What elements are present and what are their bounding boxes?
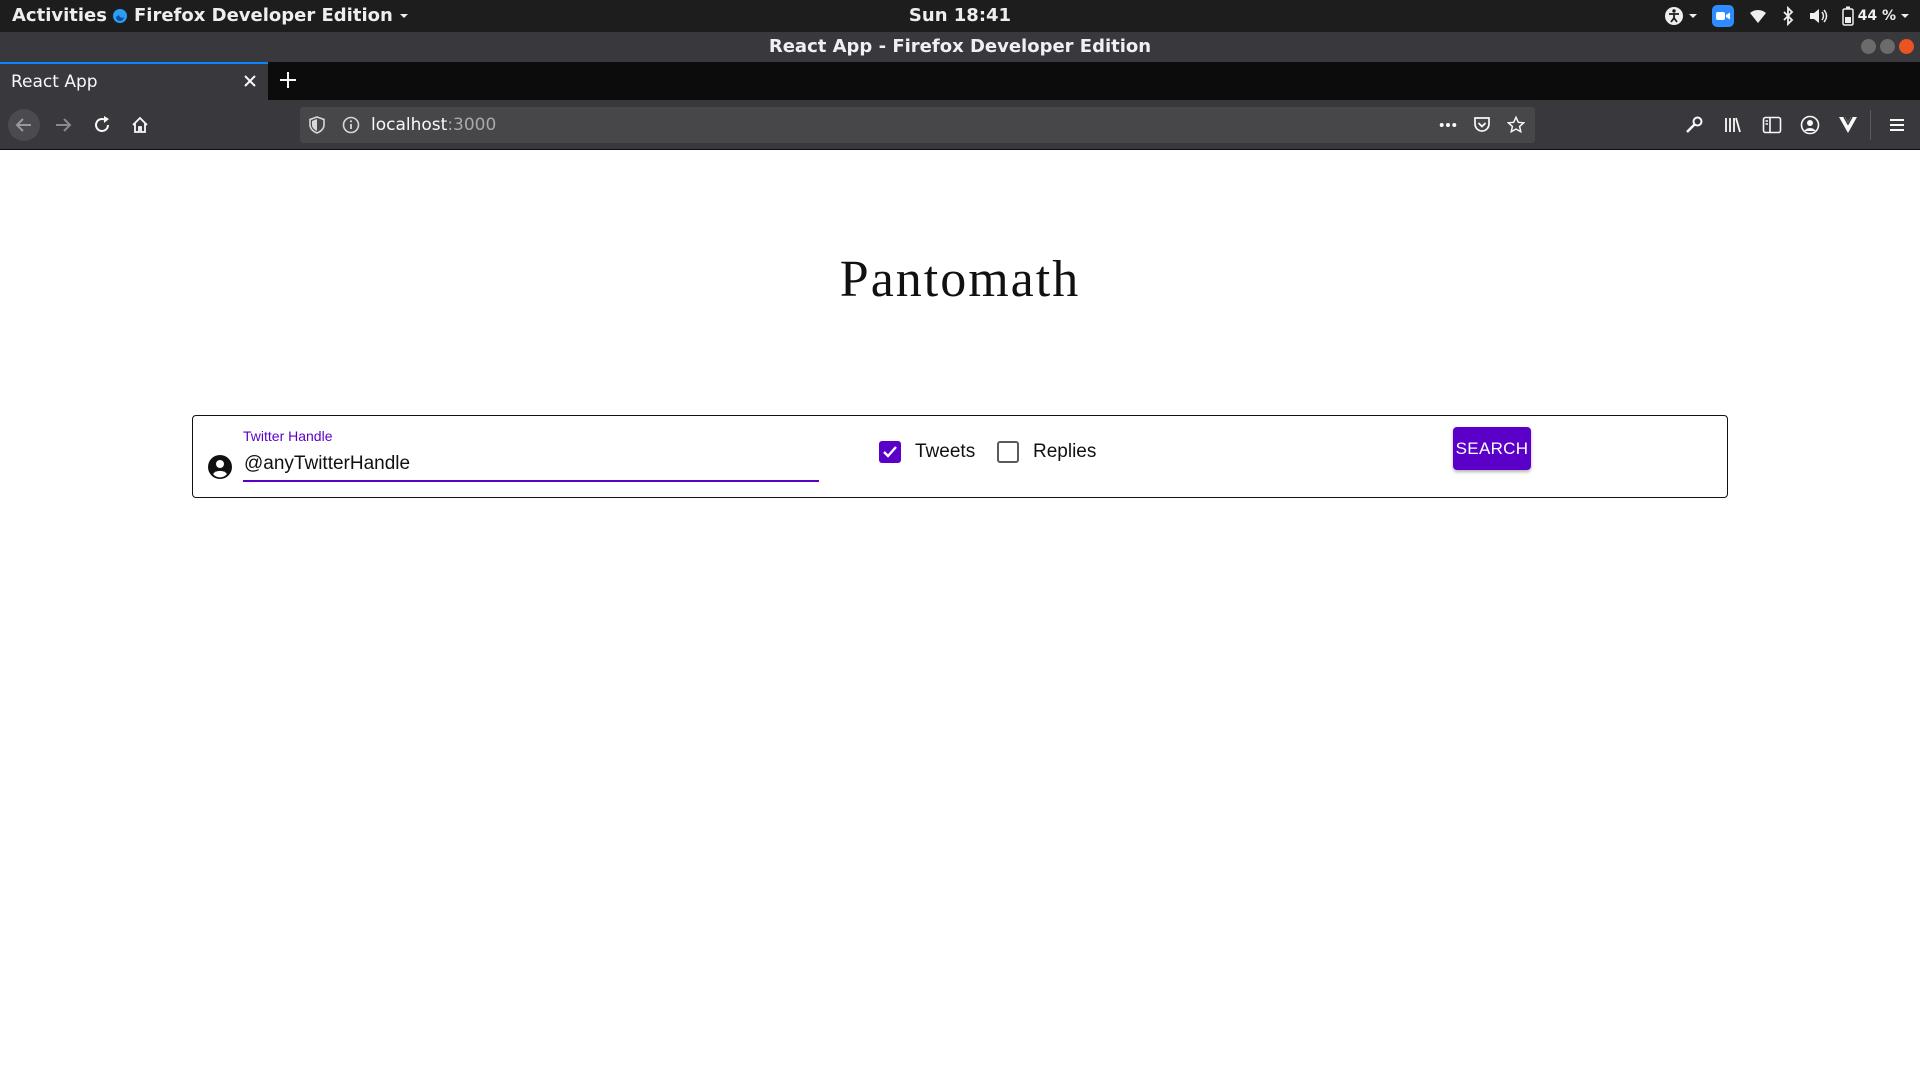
chevron-down-icon — [399, 13, 408, 18]
checkbox-checked-icon[interactable] — [879, 441, 901, 463]
app-menu-button[interactable] — [1885, 113, 1909, 137]
system-top-bar: Activities Firefox Developer Edition Sun… — [0, 0, 1920, 32]
zoom-indicator-icon[interactable] — [1711, 5, 1734, 27]
replies-checkbox[interactable]: Replies — [997, 441, 1096, 463]
search-button[interactable]: SEARCH — [1453, 427, 1531, 470]
url-text[interactable]: localhost:3000 — [371, 115, 496, 135]
library-button[interactable] — [1721, 113, 1745, 137]
back-arrow-icon — [15, 118, 31, 132]
battery-indicator[interactable]: 44 % — [1841, 6, 1910, 26]
twitter-handle-input[interactable] — [243, 448, 819, 482]
back-button[interactable] — [8, 109, 40, 141]
tab-title: React App — [11, 72, 98, 92]
app-menu[interactable]: Firefox Developer Edition — [112, 5, 409, 26]
wifi-icon[interactable] — [1748, 7, 1768, 25]
checkbox-unchecked-icon[interactable] — [997, 441, 1019, 463]
pocket-icon[interactable] — [1473, 116, 1491, 134]
reload-button[interactable] — [90, 113, 114, 137]
app-menu-label: Firefox Developer Edition — [134, 5, 393, 26]
forward-arrow-icon — [56, 118, 72, 132]
account-circle-icon — [1800, 115, 1820, 135]
tab-strip: React App — [0, 62, 1920, 100]
replies-checkbox-label: Replies — [1033, 441, 1097, 462]
wrench-icon — [1686, 116, 1703, 133]
firefox-dev-logo-icon — [113, 8, 127, 23]
tweets-checkbox-label: Tweets — [915, 441, 976, 462]
minimize-button[interactable] — [1861, 39, 1876, 54]
close-window-button[interactable] — [1899, 39, 1914, 54]
sidebar-icon — [1762, 116, 1782, 134]
window-title: React App - Firefox Developer Edition — [768, 36, 1152, 57]
extension-button[interactable] — [1836, 113, 1860, 137]
battery-percent: 44 % — [1857, 8, 1896, 24]
close-tab-icon[interactable] — [242, 73, 258, 94]
activities-button[interactable]: Activities — [12, 5, 107, 26]
chevron-down-icon — [1901, 14, 1909, 18]
twitter-handle-label: Twitter Handle — [243, 428, 333, 444]
page-actions-menu-icon[interactable] — [1439, 116, 1457, 134]
developer-tools-button[interactable] — [1682, 113, 1706, 137]
toolbar-divider — [1870, 110, 1871, 140]
window-title-bar: React App - Firefox Developer Edition — [0, 32, 1920, 62]
tracking-protection-shield-icon[interactable] — [308, 116, 326, 134]
maximize-button[interactable] — [1880, 39, 1895, 54]
page-logo: Pantomath — [839, 251, 1081, 308]
new-tab-icon[interactable] — [278, 70, 298, 94]
nav-toolbar: localhost:3000 — [0, 100, 1920, 150]
system-tray[interactable]: 44 % — [1664, 4, 1910, 28]
account-circle-icon — [207, 454, 233, 484]
window-controls — [1861, 39, 1914, 54]
tab-react-app[interactable]: React App — [0, 62, 268, 100]
tweets-checkbox[interactable]: Tweets — [879, 441, 975, 463]
home-button[interactable] — [128, 113, 152, 137]
search-form: Twitter Handle Tweets Replies SEARCH — [192, 415, 1728, 498]
accessibility-icon[interactable] — [1664, 6, 1698, 26]
volume-icon[interactable] — [1808, 7, 1828, 25]
site-info-icon[interactable] — [342, 116, 360, 134]
url-port: :3000 — [447, 115, 497, 135]
address-bar[interactable]: localhost:3000 — [300, 107, 1535, 143]
account-button[interactable] — [1798, 113, 1822, 137]
battery-icon — [1841, 6, 1854, 26]
hamburger-menu-icon — [1890, 119, 1904, 131]
library-icon — [1725, 117, 1741, 133]
clock[interactable]: Sun 18:41 — [909, 5, 1011, 26]
reload-icon — [95, 116, 109, 132]
bookmark-star-icon[interactable] — [1507, 115, 1525, 134]
vue-devtools-icon — [1839, 116, 1857, 133]
chevron-down-icon — [1688, 14, 1697, 18]
bluetooth-icon[interactable] — [1782, 6, 1794, 26]
sidebar-toggle-button[interactable] — [1760, 113, 1784, 137]
url-host: localhost — [371, 115, 448, 135]
forward-button[interactable] — [51, 113, 75, 137]
home-icon — [132, 116, 148, 133]
